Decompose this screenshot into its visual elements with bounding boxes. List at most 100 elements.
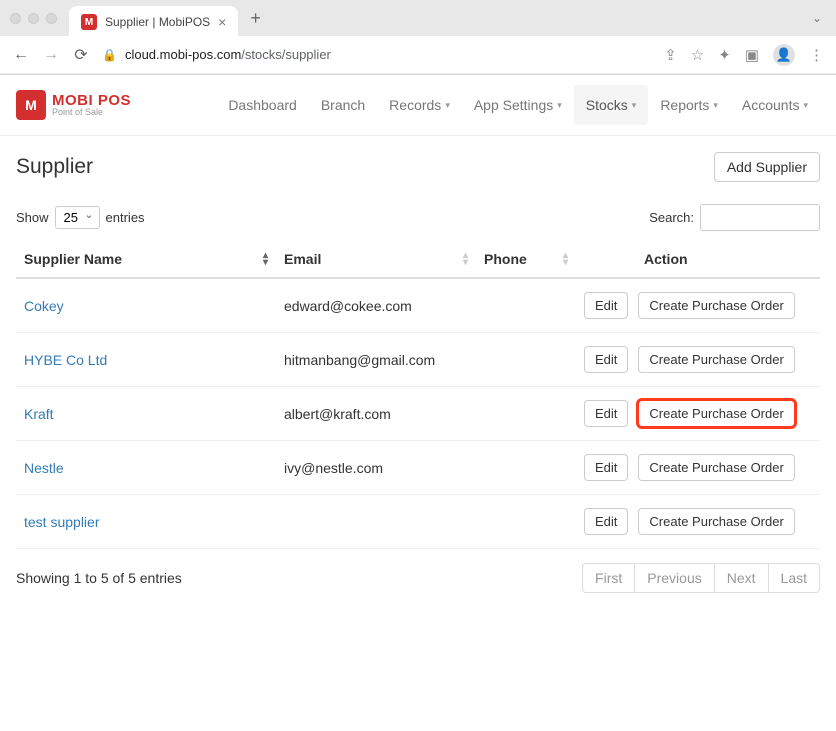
show-label: Show	[16, 210, 49, 225]
tab-title: Supplier | MobiPOS	[105, 15, 210, 29]
browser-chrome: M Supplier | MobiPOS × + ⌄ ← → ⟳ 🔒 cloud…	[0, 0, 836, 75]
entries-label: entries	[106, 210, 145, 225]
supplier-email: albert@kraft.com	[276, 387, 476, 441]
search-box: Search:	[649, 204, 820, 231]
supplier-email: ivy@nestle.com	[276, 441, 476, 495]
sort-icon: ▴▾	[463, 252, 468, 266]
create-purchase-order-button[interactable]: Create Purchase Order	[638, 508, 794, 535]
edit-button[interactable]: Edit	[584, 292, 628, 319]
page-first[interactable]: First	[582, 563, 635, 593]
supplier-name-link[interactable]: Kraft	[16, 387, 276, 441]
caret-icon: ▾	[557, 100, 562, 111]
supplier-phone	[476, 387, 576, 441]
panel-icon[interactable]: ▣	[745, 46, 759, 64]
page-size-select[interactable]: 25	[55, 206, 100, 229]
new-tab-button[interactable]: +	[250, 8, 261, 29]
col-supplier-name[interactable]: Supplier Name ▴▾	[16, 241, 276, 278]
page-title: Supplier	[16, 155, 93, 179]
window-controls	[10, 13, 57, 24]
edit-button[interactable]: Edit	[584, 508, 628, 535]
table-footer: Showing 1 to 5 of 5 entries First Previo…	[16, 563, 820, 593]
profile-avatar[interactable]: 👤	[773, 44, 795, 66]
bookmark-icon[interactable]: ☆	[691, 46, 704, 64]
logo-icon: M	[16, 90, 46, 120]
caret-icon: ▾	[632, 100, 637, 111]
action-cell: Edit Create Purchase Order	[576, 333, 820, 387]
caret-icon: ▾	[803, 100, 808, 111]
tab-overflow-icon[interactable]: ⌄	[812, 11, 822, 25]
create-purchase-order-button[interactable]: Create Purchase Order	[638, 292, 794, 319]
search-input[interactable]	[700, 204, 820, 231]
window-maximize[interactable]	[46, 13, 57, 24]
supplier-table: Supplier Name ▴▾ Email ▴▾ Phone ▴▾ Actio…	[16, 241, 820, 549]
supplier-name-link[interactable]: test supplier	[16, 495, 276, 549]
share-icon[interactable]: ⇪	[664, 46, 677, 64]
pagination: First Previous Next Last	[583, 563, 820, 593]
col-action: Action	[576, 241, 820, 278]
caret-icon: ▾	[713, 100, 718, 111]
tab-close-icon[interactable]: ×	[218, 14, 226, 30]
window-close[interactable]	[10, 13, 21, 24]
supplier-email: hitmanbang@gmail.com	[276, 333, 476, 387]
supplier-name-link[interactable]: Cokey	[16, 278, 276, 333]
page-content: Supplier Add Supplier Show 25 entries Se…	[0, 136, 836, 609]
action-cell: Edit Create Purchase Order	[576, 278, 820, 333]
nav-item-records[interactable]: Records ▾	[377, 85, 462, 125]
action-cell: Edit Create Purchase Order	[576, 387, 820, 441]
page-prev[interactable]: Previous	[634, 563, 714, 593]
supplier-phone	[476, 278, 576, 333]
search-label: Search:	[649, 210, 694, 225]
nav-item-dashboard[interactable]: Dashboard	[216, 85, 309, 125]
sort-icon: ▴▾	[263, 252, 268, 266]
back-icon[interactable]: ←	[12, 46, 30, 64]
action-cell: Edit Create Purchase Order	[576, 495, 820, 549]
table-row: Nestleivy@nestle.com Edit Create Purchase …	[16, 441, 820, 495]
supplier-phone	[476, 333, 576, 387]
nav-item-reports[interactable]: Reports ▾	[648, 85, 730, 125]
nav-item-app-settings[interactable]: App Settings ▾	[462, 85, 574, 125]
page-last[interactable]: Last	[768, 563, 820, 593]
caret-icon: ▾	[445, 100, 450, 111]
browser-tab[interactable]: M Supplier | MobiPOS ×	[69, 6, 238, 38]
col-phone[interactable]: Phone ▴▾	[476, 241, 576, 278]
app-header: M MOBI POS Point of Sale DashboardBranch…	[0, 75, 836, 136]
url-box[interactable]: 🔒 cloud.mobi-pos.com/stocks/supplier	[102, 47, 652, 62]
table-row: Cokeyedward@cokee.com Edit Create Purchase…	[16, 278, 820, 333]
table-row: Kraftalbert@kraft.com Edit Create Purchase…	[16, 387, 820, 441]
supplier-name-link[interactable]: Nestle	[16, 441, 276, 495]
page-header: Supplier Add Supplier	[16, 152, 820, 182]
table-info: Showing 1 to 5 of 5 entries	[16, 570, 182, 586]
col-email[interactable]: Email ▴▾	[276, 241, 476, 278]
sort-icon: ▴▾	[563, 252, 568, 266]
table-row: HYBE Co Ltdhitmanbang@gmail.com Edit Creat…	[16, 333, 820, 387]
reload-icon[interactable]: ⟳	[72, 45, 90, 65]
create-purchase-order-button[interactable]: Create Purchase Order	[638, 454, 794, 481]
navbar: DashboardBranchRecords ▾App Settings ▾St…	[216, 85, 820, 125]
nav-item-accounts[interactable]: Accounts ▾	[730, 85, 820, 125]
edit-button[interactable]: Edit	[584, 454, 628, 481]
table-controls: Show 25 entries Search:	[16, 204, 820, 231]
edit-button[interactable]: Edit	[584, 400, 628, 427]
extensions-icon[interactable]: ✦	[718, 46, 731, 64]
window-minimize[interactable]	[28, 13, 39, 24]
page-next[interactable]: Next	[714, 563, 769, 593]
forward-icon[interactable]: →	[42, 46, 60, 64]
tab-strip: M Supplier | MobiPOS × + ⌄	[0, 0, 836, 36]
create-purchase-order-button[interactable]: Create Purchase Order	[638, 346, 794, 373]
menu-icon[interactable]: ⋮	[809, 46, 824, 64]
add-supplier-button[interactable]: Add Supplier	[714, 152, 820, 182]
supplier-name-link[interactable]: HYBE Co Ltd	[16, 333, 276, 387]
address-bar: ← → ⟳ 🔒 cloud.mobi-pos.com/stocks/suppli…	[0, 36, 836, 74]
create-purchase-order-button[interactable]: Create Purchase Order	[638, 400, 794, 427]
table-row: test supplier Edit Create Purchase Order	[16, 495, 820, 549]
app-logo[interactable]: M MOBI POS Point of Sale	[16, 90, 131, 120]
edit-button[interactable]: Edit	[584, 346, 628, 373]
favicon: M	[81, 14, 97, 30]
nav-item-stocks[interactable]: Stocks ▾	[574, 85, 649, 125]
url-text: cloud.mobi-pos.com/stocks/supplier	[125, 47, 331, 62]
supplier-email: edward@cokee.com	[276, 278, 476, 333]
nav-item-branch[interactable]: Branch	[309, 85, 377, 125]
action-cell: Edit Create Purchase Order	[576, 441, 820, 495]
lock-icon: 🔒	[102, 48, 117, 62]
browser-toolbar-right: ⇪ ☆ ✦ ▣ 👤 ⋮	[664, 44, 824, 66]
